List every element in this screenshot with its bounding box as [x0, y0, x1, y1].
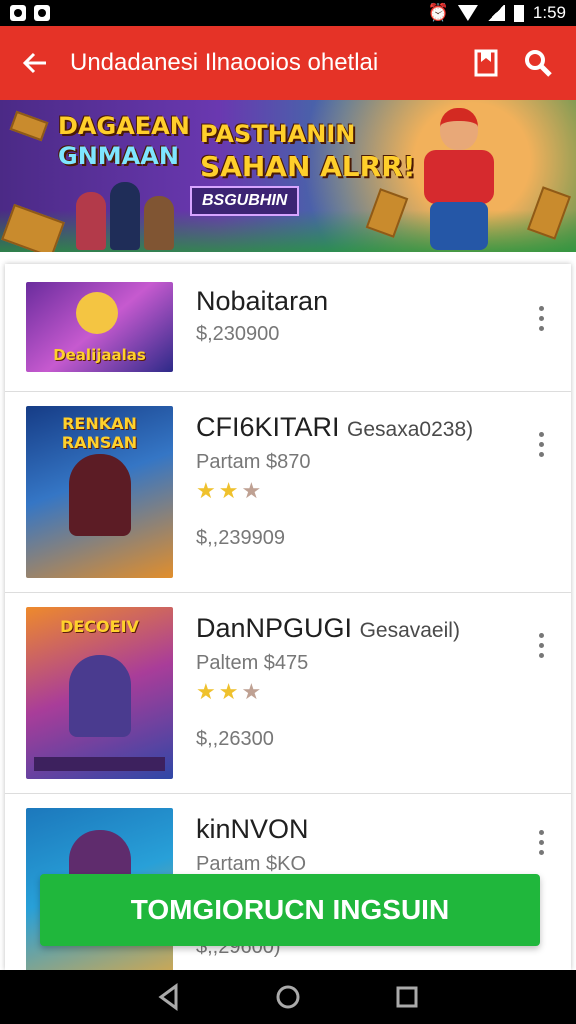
search-icon	[525, 50, 552, 77]
battery-icon	[513, 4, 524, 22]
primary-action-button[interactable]: TOMGIORUCN INGSUIN	[40, 874, 540, 946]
notification-icon	[34, 5, 50, 21]
item-title-row: CFI6KITARI Gesaxa0238)	[196, 412, 516, 443]
star-rating: ★ ★ ★	[196, 479, 516, 503]
thumbnail-label: RENKAN RANSAN	[61, 414, 138, 452]
star-icon: ★	[241, 679, 262, 704]
item-title: CFI6KITARI	[196, 412, 340, 442]
item-text: CFI6KITARI Gesaxa0238) Partam $870 ★ ★ ★ $…	[196, 412, 516, 550]
banner-hero	[404, 104, 524, 250]
more-options-button[interactable]	[529, 298, 553, 338]
arrow-left-icon	[22, 52, 46, 74]
alarm-icon: ⏰	[427, 3, 449, 22]
list-item[interactable]: RENKAN RANSAN CFI6KITARI Gesaxa0238) Par…	[5, 392, 571, 593]
item-text: Nobaitaran $,230900	[196, 286, 516, 346]
more-options-button[interactable]	[529, 424, 553, 464]
thumbnail-character	[69, 454, 131, 536]
back-button[interactable]	[0, 26, 70, 100]
square-recent-icon	[396, 986, 418, 1008]
item-price: $,,239909	[196, 527, 285, 549]
notification-icon	[10, 5, 26, 21]
nav-home-button[interactable]	[269, 978, 307, 1016]
star-icon: ★	[241, 478, 262, 503]
nav-recent-button[interactable]	[388, 978, 426, 1016]
banner-tag: BSGUBHIN	[190, 186, 300, 216]
item-title: Nobaitaran	[196, 286, 329, 316]
game-list: Dealijaalas Nobaitaran $,230900 RENKAN R…	[5, 264, 571, 970]
more-options-button[interactable]	[529, 822, 553, 862]
nav-back-button[interactable]	[150, 978, 188, 1016]
list-item[interactable]: Dealijaalas Nobaitaran $,230900	[5, 264, 571, 392]
thumbnail-art	[76, 292, 118, 334]
star-icon: ★	[218, 679, 239, 704]
game-thumbnail: RENKAN RANSAN	[26, 406, 173, 578]
item-meta: Partam $KO	[196, 853, 307, 875]
star-icon: ★	[196, 679, 216, 704]
banner-heading: SAHAN ALRR!	[200, 150, 416, 183]
app-bar: Undadanesi Ilnaooios ohetlai	[0, 26, 576, 100]
signal-icon	[486, 5, 505, 21]
toolbar-actions	[470, 47, 576, 79]
search-button[interactable]	[522, 47, 554, 79]
gold-block	[527, 186, 571, 240]
thumbnail-label: DECOEIV	[60, 617, 139, 636]
item-title: DanNPGUGI	[196, 613, 353, 643]
system-navigation-bar	[0, 970, 576, 1024]
gold-block	[1, 203, 65, 252]
page-title: Undadanesi Ilnaooios ohetlai	[70, 49, 379, 76]
notification-icons	[10, 5, 50, 21]
item-price: $,,26300	[196, 728, 274, 750]
banner-title: DAGAEAN	[58, 112, 190, 140]
banner-title: GNMAAN	[58, 142, 179, 170]
star-icon: ★	[196, 478, 216, 503]
game-thumbnail: DECOEIV	[26, 607, 173, 779]
list-item[interactable]: DECOEIV DanNPGUGI Gesavaeil) Paltem $475…	[5, 593, 571, 794]
item-title: kinNVON	[196, 814, 309, 844]
item-text: DanNPGUGI Gesavaeil) Paltem $475 ★ ★ ★ $,,…	[196, 613, 516, 751]
thumbnail-character	[69, 655, 131, 737]
more-options-button[interactable]	[529, 625, 553, 665]
item-title-note: Gesaxa0238)	[347, 418, 474, 441]
star-rating: ★ ★ ★	[196, 680, 516, 704]
bookmark-button[interactable]	[470, 47, 502, 79]
item-meta: Partam $870	[196, 451, 311, 473]
circle-home-icon	[276, 985, 300, 1009]
triangle-back-icon	[158, 983, 178, 1011]
game-thumbnail: Dealijaalas	[26, 282, 173, 372]
status-bar: ⏰ 1:59	[0, 0, 576, 26]
featured-banner[interactable]: DAGAEAN GNMAAN PASTHANIN SAHAN ALRR! BSG…	[0, 100, 576, 252]
thumbnail-caption	[34, 757, 165, 771]
item-meta: Paltem $475	[196, 652, 309, 674]
banner-characters	[76, 180, 176, 250]
gold-block	[9, 110, 49, 142]
bookmark-icon	[474, 49, 498, 77]
item-title-row: DanNPGUGI Gesavaeil)	[196, 613, 516, 644]
wifi-icon	[457, 5, 478, 21]
item-price: $,230900	[196, 323, 280, 345]
banner-heading: PASTHANIN	[200, 120, 356, 148]
item-title-note: Gesavaeil)	[359, 619, 460, 642]
thumbnail-label: Dealijaalas	[53, 346, 146, 364]
status-time: 1:59	[532, 3, 566, 22]
gold-block	[365, 188, 409, 238]
star-icon: ★	[218, 478, 239, 503]
status-right: ⏰ 1:59	[428, 3, 566, 23]
